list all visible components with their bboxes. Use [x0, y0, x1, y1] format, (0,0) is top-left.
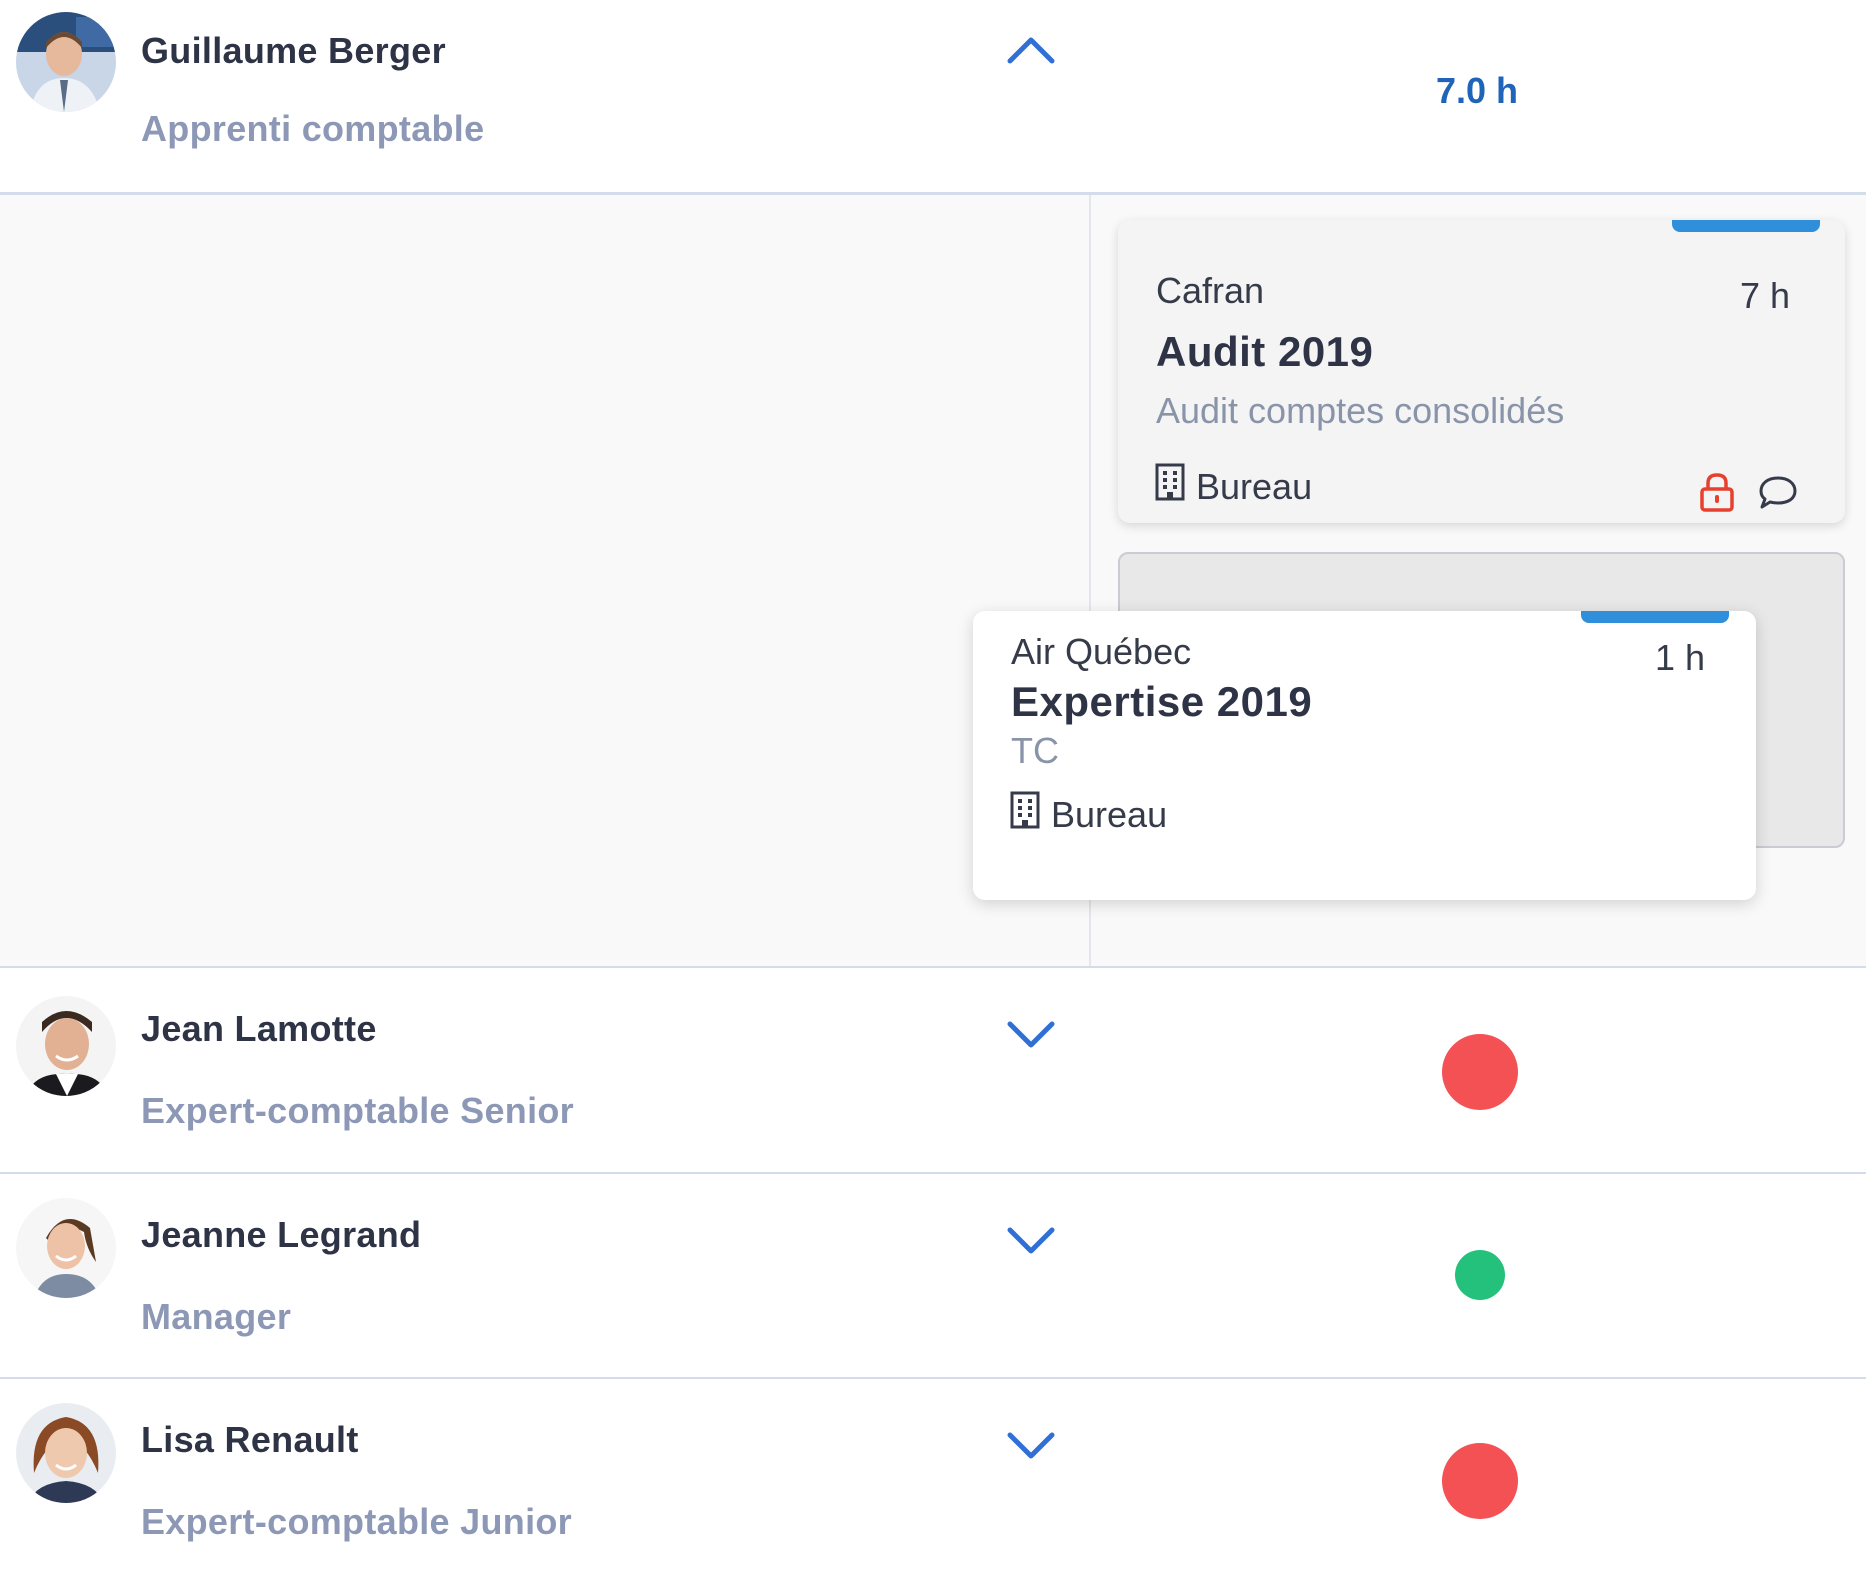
employee-role: Manager [141, 1296, 292, 1337]
task-duration: 7 h [1740, 275, 1791, 316]
task-subtitle: TC [1011, 730, 1059, 771]
chevron-down-icon[interactable] [1006, 1224, 1056, 1256]
task-location: Bureau [1009, 791, 1167, 838]
status-dot-red [1442, 1443, 1518, 1519]
task-location-label: Bureau [1196, 465, 1313, 507]
task-title: Expertise 2019 [1011, 678, 1313, 725]
expanded-schedule: Cafran 7 h Audit 2019 Audit comptes cons… [0, 195, 1866, 967]
task-client: Air Québec [1011, 631, 1192, 672]
lock-icon[interactable] [1698, 472, 1736, 512]
employee-name: Jean Lamotte [141, 1008, 377, 1049]
employee-name: Jeanne Legrand [141, 1214, 422, 1255]
task-title: Audit 2019 [1156, 328, 1374, 375]
task-duration: 1 h [1655, 637, 1706, 678]
task-location-label: Bureau [1051, 793, 1168, 835]
employee-name: Guillaume Berger [141, 30, 446, 71]
employee-row[interactable]: Jean Lamotte Expert-comptable Senior [0, 968, 1866, 1172]
chevron-down-icon[interactable] [1006, 1429, 1056, 1461]
task-client: Cafran [1156, 270, 1265, 311]
employee-row[interactable]: Jeanne Legrand Manager [0, 1174, 1866, 1377]
task-color-bar [1672, 220, 1820, 232]
status-dot-green [1455, 1250, 1505, 1300]
employee-name: Lisa Renault [141, 1419, 359, 1460]
building-icon [1009, 791, 1041, 838]
chevron-down-icon[interactable] [1006, 1018, 1056, 1050]
comment-icon[interactable] [1758, 474, 1798, 510]
task-subtitle: Audit comptes consolidés [1156, 390, 1565, 431]
task-location: Bureau [1154, 463, 1312, 510]
chevron-up-icon[interactable] [1006, 34, 1056, 66]
task-color-bar [1581, 611, 1729, 623]
avatar [16, 12, 116, 112]
total-hours: 7.0 h [1436, 70, 1519, 111]
task-card-dragging[interactable]: Air Québec 1 h Expertise 2019 TC Bureau [973, 611, 1756, 900]
task-card[interactable]: Cafran 7 h Audit 2019 Audit comptes cons… [1118, 220, 1845, 523]
employee-role: Expert-comptable Junior [141, 1501, 572, 1542]
building-icon [1154, 463, 1186, 510]
status-dot-red [1442, 1034, 1518, 1110]
employee-role: Expert-comptable Senior [141, 1090, 574, 1131]
employee-row[interactable]: Guillaume Berger Apprenti comptable 7.0 … [0, 0, 1866, 193]
employee-role: Apprenti comptable [141, 108, 485, 149]
avatar [16, 1403, 116, 1503]
employee-row[interactable]: Lisa Renault Expert-comptable Junior [0, 1379, 1866, 1574]
avatar [16, 996, 116, 1096]
avatar [16, 1198, 116, 1298]
